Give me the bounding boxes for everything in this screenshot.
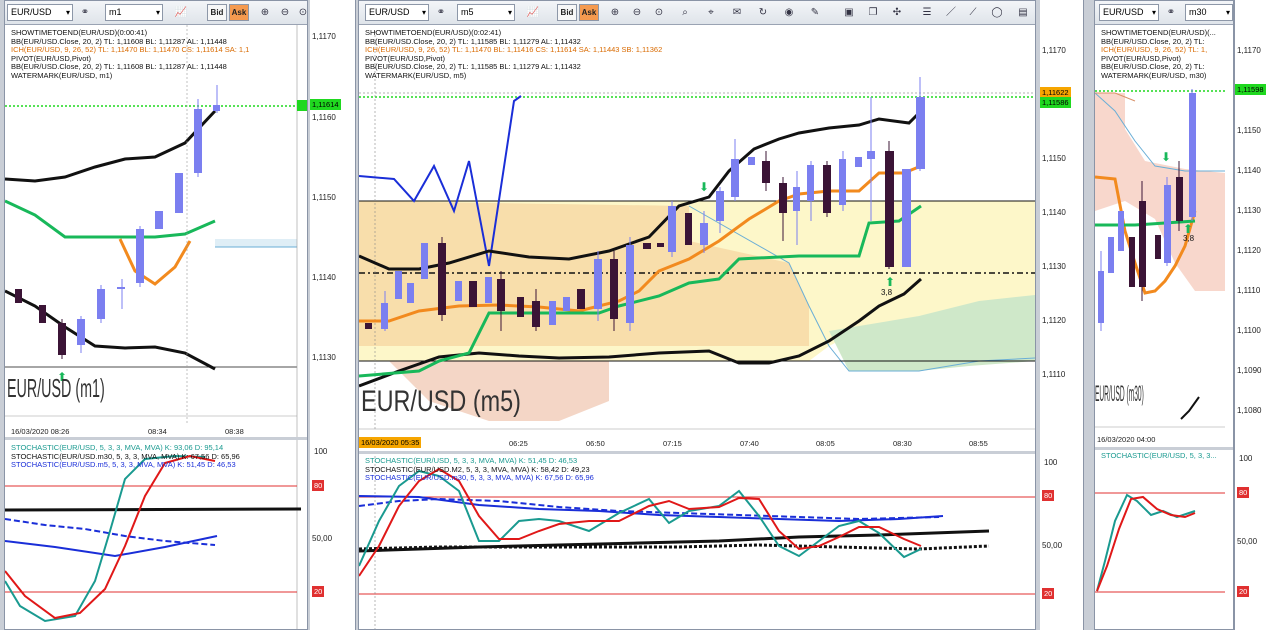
- y-axis-label: 1,1160: [312, 113, 336, 122]
- stoch-k-line: [1096, 493, 1196, 592]
- legend-line: STOCHASTIC(EUR/USD, 5, 3, 3...: [1101, 451, 1217, 460]
- y-axis-panel-m1: 1,1170 1,11614 1,1160 1,1150 1,1140 1,11…: [310, 0, 356, 630]
- y-axis-label: 1,1150: [312, 193, 336, 202]
- price-tag: 1,11586: [1040, 97, 1071, 108]
- stoch-axis-label: 50,00: [312, 534, 333, 543]
- chart-panel-m1[interactable]: EUR/USD ▾ ⚭ m1 ▾ 📈 Bid Ask ⊕ ⊖ ⊙ ⬆ SHOWT…: [4, 0, 308, 630]
- stoch-axis-label: 20: [1237, 586, 1250, 597]
- stoch-m30-line: [5, 507, 302, 512]
- y-axis-label: 1,1080: [1237, 406, 1262, 415]
- y-axis-label: 1,1120: [1042, 316, 1066, 325]
- y-axis-label: 1,1140: [1042, 208, 1066, 217]
- y-axis-label: 1,1150: [1237, 126, 1261, 135]
- chart-panel-m30[interactable]: EUR/USD ▾ ⚭ m30 ▾ ⬇ ⬆ 3,8 SHOWTIMETOEND(EU…: [1094, 0, 1234, 630]
- stochastic-chart-m30[interactable]: [1095, 1, 1234, 630]
- stoch-d-line: [5, 454, 216, 620]
- y-axis-label: 1,1110: [1042, 370, 1066, 379]
- y-axis-label: 1,1130: [1237, 206, 1261, 215]
- stoch-m30-k-line: [359, 495, 944, 523]
- stoch-axis-label: 20: [1042, 588, 1055, 599]
- stoch-axis-label: 100: [1044, 458, 1058, 467]
- y-axis-label: 1,1100: [1237, 326, 1261, 335]
- stoch-axis-label: 50,00: [1237, 537, 1258, 546]
- y-axis-label: 1,1130: [312, 353, 336, 362]
- y-axis-label: 1,1150: [1042, 154, 1066, 163]
- y-axis-label: 1,1090: [1237, 366, 1262, 375]
- stoch-axis-label: 80: [1237, 487, 1250, 498]
- stoch-legend: STOCHASTIC(EUR/USD, 5, 3, 3, MVA, MVA) K…: [11, 443, 240, 470]
- stoch-legend: STOCHASTIC(EUR/USD, 5, 3, 3, MVA, MVA) K…: [365, 456, 594, 483]
- y-axis-label: 1,1170: [1237, 46, 1261, 55]
- stoch-axis-label: 80: [1042, 490, 1055, 501]
- stoch-axis-label: 100: [1239, 454, 1253, 463]
- y-axis-label: 1,1120: [1237, 246, 1261, 255]
- chart-panel-m5[interactable]: EUR/USD ▾ ⚭ m5 ▾ 📈 Bid Ask ⊕ ⊖ ⊙ ⌕ ⌖ ✉ ↻ ◉…: [358, 0, 1036, 630]
- price-tag: 1,11598: [1235, 84, 1266, 95]
- y-axis-label: 1,1170: [312, 32, 336, 41]
- stoch-axis-label: 80: [312, 480, 325, 491]
- stoch-axis-label: 50,00: [1042, 541, 1063, 550]
- legend-line: STOCHASTIC(EUR/USD.m5, 5, 3, 3, MVA, MVA…: [11, 460, 236, 470]
- y-axis-panel-m5: 1,1170 1,11622 1,11586 1,1150 1,1140 1,1…: [1040, 0, 1084, 630]
- stoch-m30-d-line: [359, 497, 940, 521]
- legend-line: STOCHASTIC(EUR/USD.m30, 5, 3, 3, MVA, MV…: [365, 473, 594, 483]
- y-axis-label: 1,1110: [1237, 286, 1261, 295]
- stoch-axis-label: 100: [314, 447, 328, 456]
- y-axis-label: 1,1170: [1042, 46, 1066, 55]
- stochastic-chart-m1[interactable]: [5, 1, 308, 630]
- y-axis-label: 1,1140: [312, 273, 336, 282]
- stochastic-chart-m5[interactable]: [359, 1, 1036, 630]
- stoch-d-line: [359, 467, 922, 577]
- stoch-m5-k-line: [5, 535, 218, 558]
- y-axis-label: 1,1130: [1042, 262, 1066, 271]
- y-axis-panel-m30: 1,1170 1,11598 1,1150 1,1140 1,1130 1,11…: [1234, 0, 1280, 630]
- stoch-k-line: [5, 454, 206, 623]
- y-axis-label: 1,1140: [1237, 166, 1261, 175]
- stoch-legend: STOCHASTIC(EUR/USD, 5, 3, 3...: [1101, 451, 1217, 461]
- stoch-axis-label: 20: [312, 586, 325, 597]
- price-tag: 1,11614: [310, 99, 341, 110]
